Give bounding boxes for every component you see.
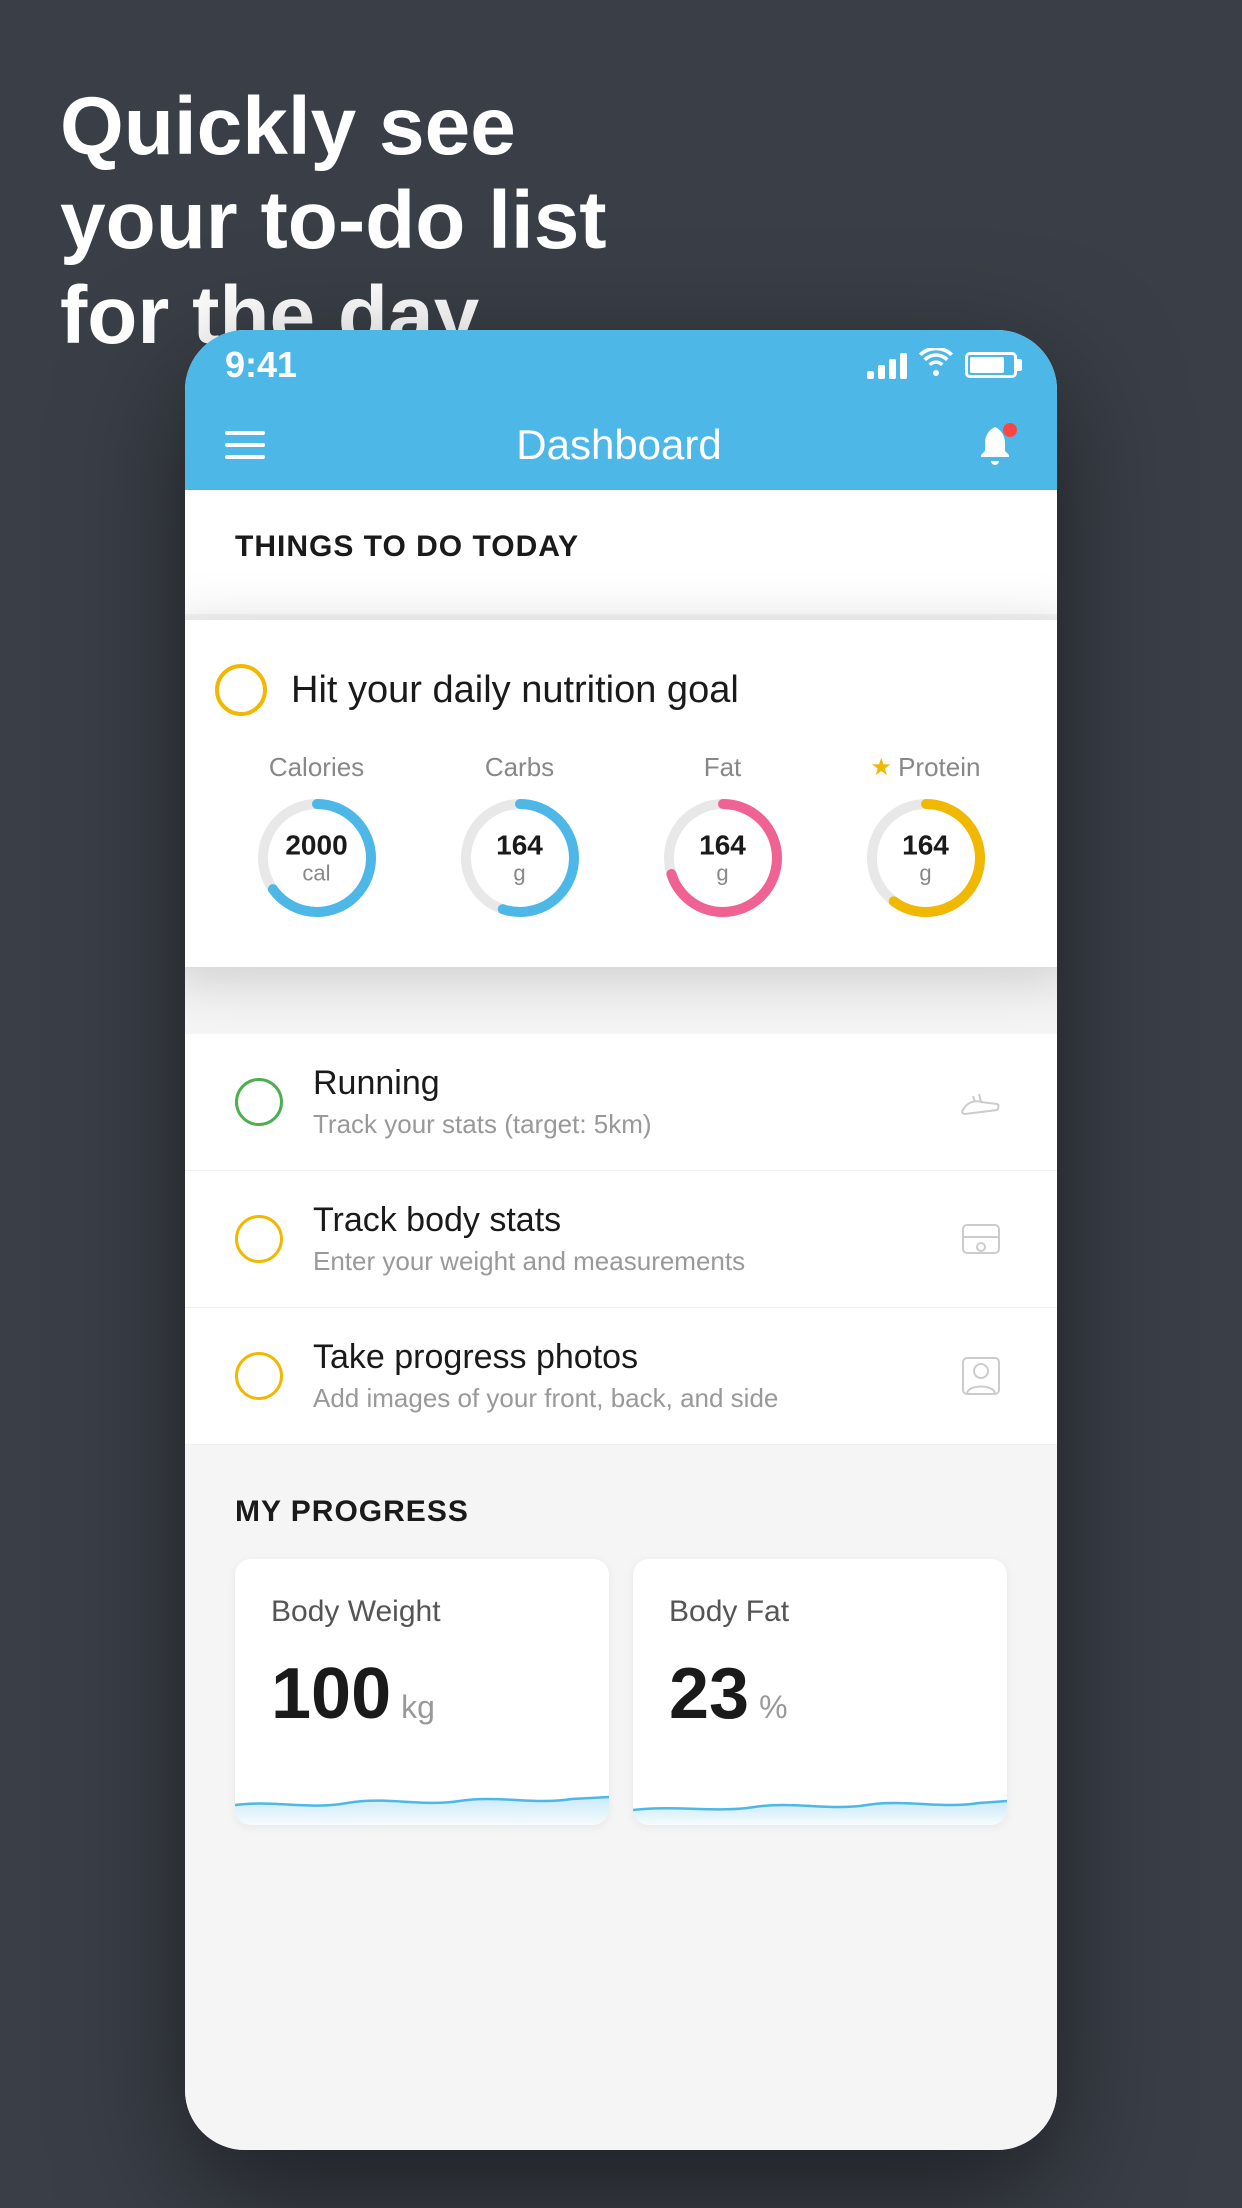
body-fat-sparkline [633, 1755, 1007, 1825]
nutrition-calories: Calories 2000 cal [252, 752, 382, 923]
nutrition-card: Hit your daily nutrition goal Calories [185, 620, 1057, 967]
calories-value: 2000 [285, 831, 347, 862]
todo-item-running[interactable]: Running Track your stats (target: 5km) [185, 1034, 1057, 1171]
signal-bars-icon [867, 351, 907, 379]
star-icon: ★ [871, 753, 893, 782]
things-section-title: THINGS TO DO TODAY [235, 530, 1007, 564]
progress-section: MY PROGRESS Body Weight 100 kg [185, 1445, 1057, 1875]
headline-line1: Quickly see [60, 80, 607, 174]
todo-circle-stats [235, 1215, 283, 1263]
protein-label: Protein [898, 752, 980, 783]
todo-circle-running [235, 1078, 283, 1126]
carbs-label: Carbs [485, 752, 554, 783]
things-section: THINGS TO DO TODAY Hit your daily nutrit… [185, 490, 1057, 614]
body-fat-title: Body Fat [669, 1595, 971, 1629]
fat-circle: 164 g [658, 793, 788, 923]
calories-label: Calories [269, 752, 364, 783]
shoe-icon [955, 1076, 1007, 1128]
card-title: Hit your daily nutrition goal [291, 669, 739, 712]
todo-item-stats[interactable]: Track body stats Enter your weight and m… [185, 1171, 1057, 1308]
nutrition-carbs: Carbs 164 g [455, 752, 585, 923]
phone-frame: 9:41 Dashboard [185, 330, 1057, 2150]
card-title-row: Hit your daily nutrition goal [215, 664, 1027, 716]
content-area: THINGS TO DO TODAY Hit your daily nutrit… [185, 490, 1057, 2150]
body-fat-card: Body Fat 23 % [633, 1559, 1007, 1825]
scale-icon [955, 1213, 1007, 1265]
calories-circle: 2000 cal [252, 793, 382, 923]
body-weight-number: 100 [271, 1653, 391, 1735]
todo-desc-running: Track your stats (target: 5km) [313, 1109, 925, 1140]
nav-title: Dashboard [516, 421, 721, 469]
nutrition-protein: ★ Protein 164 g [861, 752, 991, 923]
todo-circle-nutrition[interactable] [215, 664, 267, 716]
todo-circle-photos [235, 1352, 283, 1400]
body-weight-value-row: 100 kg [271, 1653, 573, 1735]
nutrition-circles: Calories 2000 cal [215, 752, 1027, 923]
notification-dot [1003, 423, 1017, 437]
protein-label-row: ★ Protein [871, 752, 981, 783]
protein-circle: 164 g [861, 793, 991, 923]
body-fat-value-row: 23 % [669, 1653, 971, 1735]
wifi-icon [919, 348, 953, 383]
nutrition-fat: Fat 164 g [658, 752, 788, 923]
todo-text-running: Running Track your stats (target: 5km) [313, 1064, 925, 1140]
body-weight-unit: kg [401, 1689, 435, 1726]
person-icon [955, 1350, 1007, 1402]
hamburger-menu[interactable] [225, 431, 265, 459]
todo-item-photos[interactable]: Take progress photos Add images of your … [185, 1308, 1057, 1445]
todo-desc-photos: Add images of your front, back, and side [313, 1383, 925, 1414]
body-weight-sparkline [235, 1755, 609, 1825]
todo-name-running: Running [313, 1064, 925, 1103]
fat-value: 164 [699, 831, 746, 862]
carbs-unit: g [496, 861, 543, 885]
carbs-value: 164 [496, 831, 543, 862]
calories-unit: cal [285, 861, 347, 885]
body-fat-unit: % [759, 1689, 787, 1726]
todo-text-stats: Track body stats Enter your weight and m… [313, 1201, 925, 1277]
status-icons [867, 348, 1017, 383]
body-weight-card: Body Weight 100 kg [235, 1559, 609, 1825]
carbs-circle: 164 g [455, 793, 585, 923]
todo-text-photos: Take progress photos Add images of your … [313, 1338, 925, 1414]
nav-bar: Dashboard [185, 400, 1057, 490]
todo-desc-stats: Enter your weight and measurements [313, 1246, 925, 1277]
status-bar: 9:41 [185, 330, 1057, 400]
todo-name-stats: Track body stats [313, 1201, 925, 1240]
body-weight-title: Body Weight [271, 1595, 573, 1629]
fat-label: Fat [704, 752, 742, 783]
headline-line2: your to-do list [60, 174, 607, 268]
progress-cards: Body Weight 100 kg [235, 1559, 1007, 1825]
todo-list: Running Track your stats (target: 5km) T… [185, 1034, 1057, 1445]
fat-unit: g [699, 861, 746, 885]
todo-name-photos: Take progress photos [313, 1338, 925, 1377]
body-fat-number: 23 [669, 1653, 749, 1735]
headline: Quickly see your to-do list for the day. [60, 80, 607, 363]
protein-value: 164 [902, 831, 949, 862]
battery-icon [965, 352, 1017, 378]
status-time: 9:41 [225, 344, 297, 386]
progress-title: MY PROGRESS [235, 1495, 1007, 1529]
bell-icon[interactable] [973, 423, 1017, 467]
protein-unit: g [902, 861, 949, 885]
